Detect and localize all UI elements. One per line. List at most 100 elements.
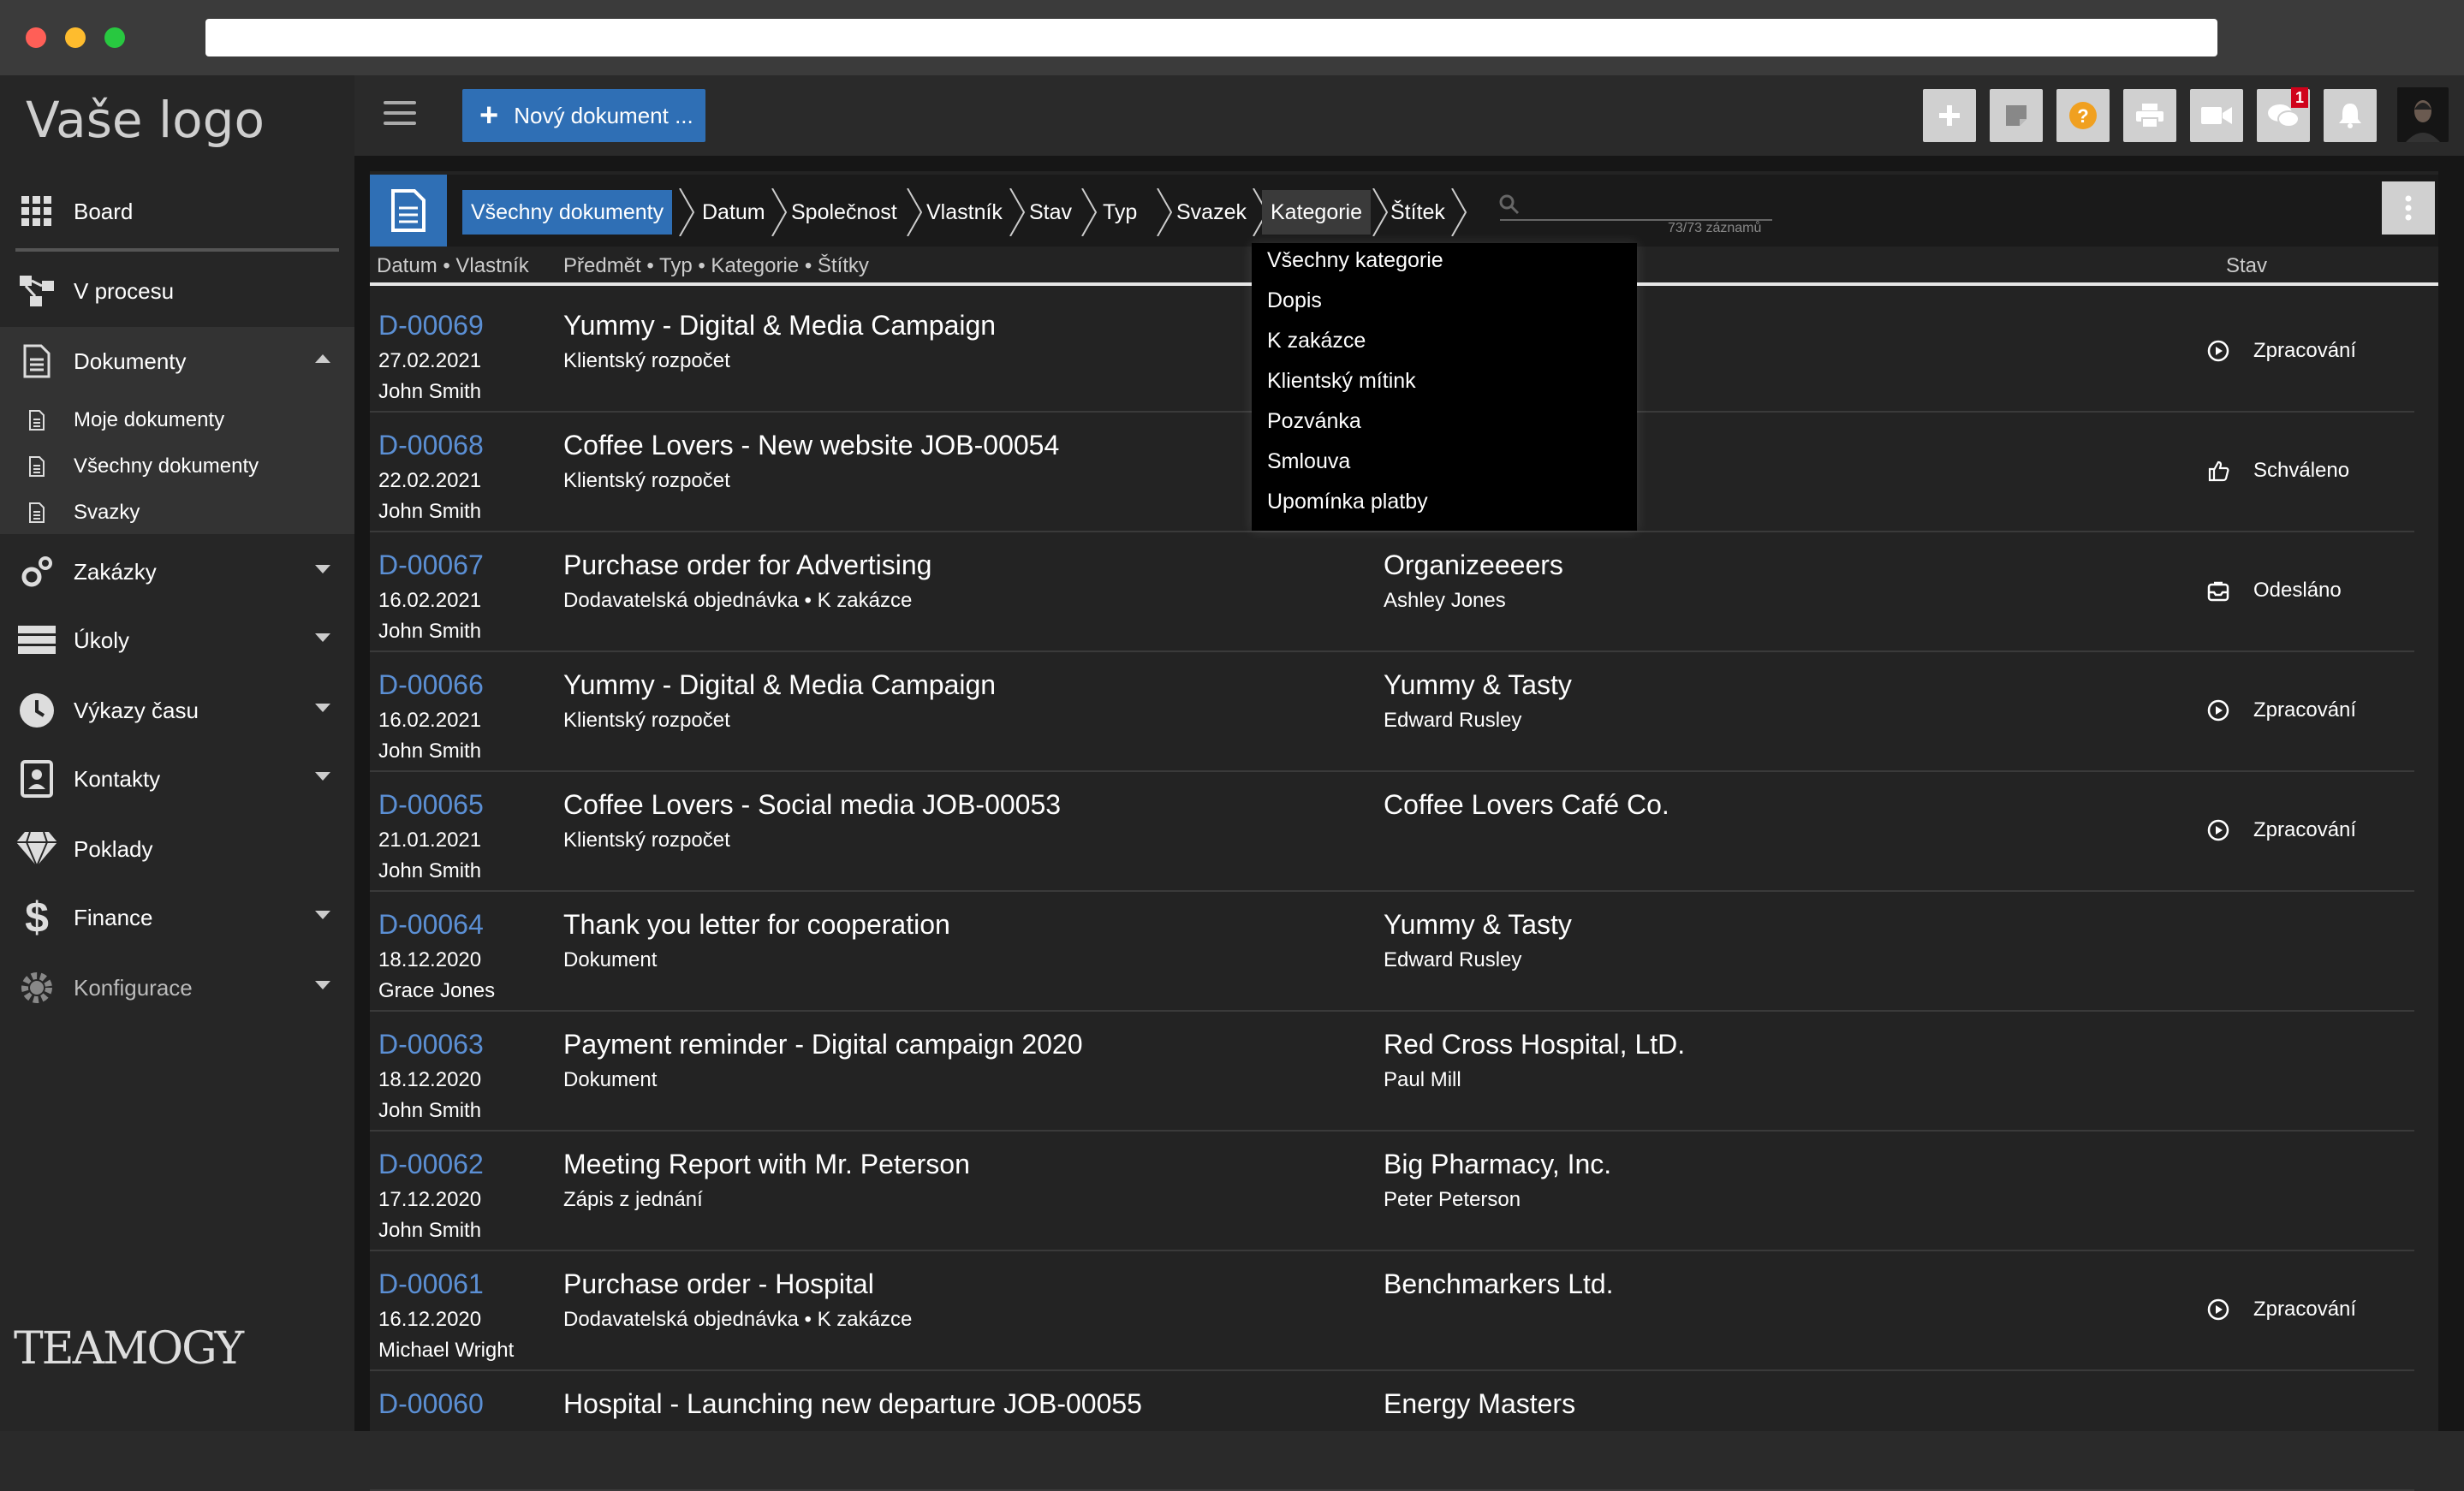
document-id-link[interactable]: D-00064 [378, 909, 484, 941]
dropdown-option[interactable]: Všechny kategorie [1267, 248, 1443, 273]
document-id-link[interactable]: D-00061 [378, 1268, 484, 1300]
dropdown-option[interactable]: Smlouva [1267, 449, 1350, 474]
document-id-link[interactable]: D-00060 [378, 1388, 484, 1420]
document-id-link[interactable]: D-00069 [378, 310, 484, 342]
filter-tag[interactable]: Štítek [1382, 190, 1454, 235]
record-count: 73/73 záznamů [1668, 221, 1762, 235]
document-subject: Thank you letter for cooperation [563, 909, 950, 940]
table-row[interactable]: D-00064 18.12.2020 Grace Jones Thank you le… [370, 892, 2414, 1012]
sidebar-item-label: Dokumenty [74, 348, 187, 374]
sidebar-item-konfigurace[interactable]: Konfigurace [0, 953, 354, 1022]
sidebar-subitem-vsechny-dokumenty[interactable]: Všechny dokumenty [0, 443, 354, 490]
sidebar-item-dokumenty[interactable]: Dokumenty [0, 327, 354, 395]
play-circle-icon [2207, 1298, 2241, 1321]
filter-label: Štítek [1390, 199, 1445, 224]
status-label: Zpracování [2253, 818, 2357, 841]
dollar-icon: $ [0, 893, 74, 942]
filter-owner[interactable]: Vlastník [918, 190, 1011, 235]
sidebar-item-finance[interactable]: $ Finance [0, 883, 354, 952]
play-circle-icon [2207, 699, 2241, 722]
dropdown-option[interactable]: Pozvánka [1267, 409, 1361, 434]
sidebar-subitem-moje-dokumenty[interactable]: Moje dokumenty [0, 397, 354, 443]
document-id-link[interactable]: D-00063 [378, 1029, 484, 1060]
filter-all-documents[interactable]: Všechny dokumenty [462, 190, 673, 235]
close-window-button[interactable] [26, 27, 46, 48]
column-header-status[interactable]: Stav [2226, 250, 2267, 282]
document-company: Yummy & Tasty [1384, 909, 1572, 940]
document-id-link[interactable]: D-00068 [378, 430, 484, 461]
document-subject: Coffee Lovers - Social media JOB-00053 [563, 789, 1062, 820]
address-bar[interactable] [205, 19, 2217, 56]
document-id-link[interactable]: D-00062 [378, 1149, 484, 1180]
table-row[interactable]: D-00062 17.12.2020 John Smith Meeting Repor… [370, 1132, 2414, 1251]
sidebar-item-poklady[interactable]: Poklady [0, 815, 354, 883]
caret-down-icon [315, 981, 330, 989]
dropdown-option[interactable]: Klientský mítink [1267, 369, 1416, 394]
dropdown-option[interactable]: K zakázce [1267, 329, 1366, 353]
sidebar-item-board[interactable]: Board [0, 177, 354, 246]
document-meta: Klientský rozpočet [563, 829, 730, 852]
document-subject: Meeting Report with Mr. Peterson [563, 1149, 970, 1179]
filter-date[interactable]: Datum [693, 190, 774, 235]
status-badge[interactable]: Zpracování [2207, 1298, 2356, 1322]
filter-bundle[interactable]: Svazek [1168, 190, 1255, 235]
filter-category[interactable]: Kategorie [1262, 190, 1372, 235]
filter-company[interactable]: Společnost [783, 190, 906, 235]
note-button[interactable] [1990, 89, 2043, 142]
chevron-right-icon [1451, 188, 1467, 236]
filter-status[interactable]: Stav [1021, 190, 1080, 235]
diamond-icon [0, 830, 74, 868]
status-badge[interactable]: Zpracování [2207, 339, 2356, 363]
minimize-window-button[interactable] [65, 27, 86, 48]
search-icon[interactable] [1498, 193, 1521, 216]
sidebar-item-vykazy-casu[interactable]: Výkazy času [0, 676, 354, 745]
status-badge[interactable]: Odesláno [2207, 579, 2342, 603]
status-badge[interactable]: Zpracování [2207, 698, 2356, 722]
document-subject: Hospital - Launching new departure JOB-0… [563, 1388, 1142, 1419]
new-document-button[interactable]: + Nový dokument ... [462, 89, 705, 142]
more-options-button[interactable] [2382, 181, 2435, 235]
status-badge[interactable]: Schváleno [2207, 459, 2349, 483]
document-date: 16.02.2021 [378, 709, 482, 732]
sidebar-item-kontakty[interactable]: Kontakty [0, 745, 354, 813]
status-badge[interactable]: Zpracování [2207, 818, 2356, 842]
document-date: 27.02.2021 [378, 349, 482, 372]
filter-type[interactable]: Typ [1094, 190, 1146, 235]
maximize-window-button[interactable] [104, 27, 125, 48]
tasks-icon [0, 625, 74, 656]
dropdown-option[interactable]: Dopis [1267, 288, 1322, 313]
dropdown-option[interactable]: Upomínka platby [1267, 490, 1428, 514]
print-button[interactable] [2123, 89, 2176, 142]
column-header-date-owner[interactable]: Datum • Vlastník [377, 250, 529, 282]
table-row[interactable]: D-00060 Hospital - Launching new departur… [370, 1371, 2414, 1491]
documents-module-icon [370, 175, 447, 247]
filter-label: Vlastník [926, 199, 1003, 224]
table-row[interactable]: D-00063 18.12.2020 John Smith Payment remin… [370, 1012, 2414, 1132]
column-header-subject[interactable]: Předmět • Typ • Kategorie • Štítky [563, 250, 869, 282]
document-id-link[interactable]: D-00066 [378, 669, 484, 701]
document-id-link[interactable]: D-00065 [378, 789, 484, 821]
sidebar-item-zakazky[interactable]: Zakázky [0, 538, 354, 606]
add-icon [1939, 105, 1960, 126]
caret-down-icon [315, 704, 330, 712]
table-row[interactable]: D-00067 16.02.2021 John Smith Purchase orde… [370, 532, 2414, 652]
table-row[interactable]: D-00066 16.02.2021 John Smith Yummy - Digit… [370, 652, 2414, 772]
help-button[interactable]: ? [2056, 89, 2110, 142]
document-date: 22.02.2021 [378, 469, 482, 492]
table-row[interactable]: D-00061 16.12.2020 Michael Wright Purchase … [370, 1251, 2414, 1371]
notifications-button[interactable] [2324, 89, 2377, 142]
user-avatar[interactable] [2397, 87, 2449, 142]
filter-label: Typ [1103, 199, 1138, 224]
chat-button[interactable]: 1 [2257, 87, 2310, 142]
sidebar-item-ukoly[interactable]: Úkoly [0, 606, 354, 674]
document-id-link[interactable]: D-00067 [378, 549, 484, 581]
table-row[interactable]: D-00065 21.01.2021 John Smith Coffee Lovers… [370, 772, 2414, 892]
sidebar-item-v-procesu[interactable]: V procesu [0, 257, 354, 325]
svg-text:?: ? [2077, 105, 2088, 127]
hamburger-menu-icon[interactable] [384, 101, 416, 132]
sidebar-subitem-svazky[interactable]: Svazky [0, 490, 354, 536]
sidebar-item-label: Úkoly [74, 627, 130, 653]
add-button[interactable] [1923, 89, 1976, 142]
video-button[interactable] [2190, 89, 2243, 142]
filter-label: Kategorie [1271, 199, 1363, 224]
